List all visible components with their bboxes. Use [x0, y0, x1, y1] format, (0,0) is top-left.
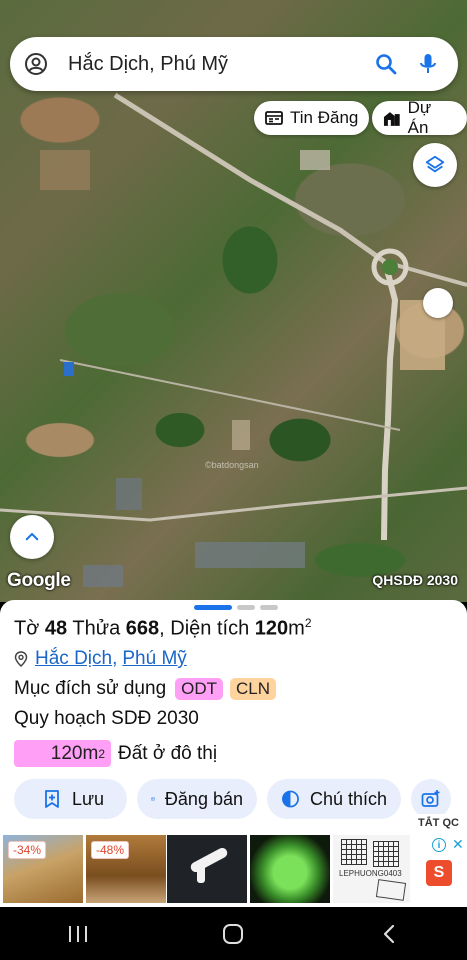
ad-product-plant[interactable] — [250, 835, 330, 903]
page-indicator-dot — [237, 605, 255, 610]
tin-dang-label: Tin Đăng — [290, 108, 359, 127]
parcel-title: Tờ 48 Thửa 668, Diện tích 120m2 — [14, 616, 312, 641]
location-link-ward[interactable]: Hắc Dịch — [35, 648, 112, 670]
add-bookmark-icon — [45, 790, 59, 808]
listing-icon — [151, 797, 155, 801]
post-for-sale-label: Đăng bán — [164, 788, 243, 809]
page-indicator-active — [194, 605, 232, 610]
tool-image — [188, 846, 230, 874]
location-row: Hắc Dịch, Phú Mỹ — [14, 648, 187, 670]
parcel-info-sheet: Tờ 48 Thửa 668, Diện tích 120m2 Hắc Dịch… — [0, 600, 467, 830]
sheet-number: 48 — [44, 617, 68, 640]
mic-icon[interactable] — [416, 52, 440, 76]
grid-image — [341, 839, 367, 865]
du-an-chip[interactable]: Dự Án — [372, 98, 467, 137]
post-for-sale-button[interactable]: Đăng bán — [137, 779, 257, 819]
land-use-purpose-row: Mục đích sử dụng ODT CLN — [14, 678, 277, 700]
planning-overlay-label: QHSDĐ 2030 — [372, 572, 458, 588]
map-watermark: ©batdongsan — [205, 460, 259, 470]
close-icon[interactable]: ✕ — [452, 836, 464, 853]
legend-button[interactable]: Chú thích — [267, 779, 401, 819]
ad-info-icon[interactable]: i — [432, 838, 446, 852]
lot-number: 668 — [125, 617, 160, 640]
ad-product-dog-toy[interactable]: -34% — [3, 835, 83, 903]
box-image — [375, 879, 407, 901]
close-ads-button[interactable]: TẮT QC — [410, 814, 467, 832]
planning-area-value: 120m — [50, 742, 99, 764]
ad-controls: TẮT QC i ✕ S — [410, 814, 467, 907]
grid-image — [373, 841, 399, 867]
legend-label: Chú thích — [309, 788, 387, 809]
land-use-badge-cln: CLN — [230, 678, 277, 700]
du-an-label: Dự Án — [407, 98, 432, 137]
add-photo-button[interactable] — [411, 779, 451, 819]
area-unit: m — [288, 617, 305, 640]
layers-button[interactable] — [413, 143, 457, 187]
area-label: , Diện tích — [159, 617, 250, 640]
save-button[interactable]: Lưu — [14, 779, 127, 819]
ad-product-tool[interactable] — [167, 835, 247, 903]
home-button[interactable] — [203, 914, 263, 954]
back-icon — [384, 924, 395, 943]
land-use-badge-odt: ODT — [175, 678, 224, 700]
search-icon[interactable] — [374, 52, 398, 76]
page-indicator[interactable] — [194, 605, 278, 610]
location-pin-icon — [14, 651, 28, 667]
area-value: 120 — [254, 617, 289, 640]
area-unit-exponent: 2 — [304, 616, 312, 630]
back-button[interactable] — [359, 914, 419, 954]
building-icon — [383, 112, 400, 126]
tool-image — [197, 865, 205, 883]
google-logo: Google — [7, 570, 71, 591]
ad-banner[interactable]: -34% -48% LEPHUONG0403 TẮT QC i ✕ S — [0, 814, 467, 907]
ad-product-grid[interactable]: LEPHUONG0403 — [333, 835, 413, 903]
save-label: Lưu — [72, 788, 105, 809]
planning-title: Quy hoạch SDĐ 2030 — [14, 708, 199, 729]
land-use-label: Mục đích sử dụng — [14, 678, 167, 699]
location-link-city[interactable]: Phú Mỹ — [122, 648, 186, 670]
sheet-label: Tờ — [14, 617, 40, 640]
page-indicator-dot — [260, 605, 278, 610]
tin-dang-chip[interactable]: Tin Đăng — [254, 101, 370, 135]
shopee-logo[interactable]: S — [426, 860, 452, 886]
shop-name: LEPHUONG0403 — [339, 869, 402, 878]
contrast-icon — [282, 790, 299, 808]
recent-apps-icon — [68, 925, 87, 942]
planning-area-description: Đất ở đô thị — [118, 742, 218, 764]
discount-badge: -34% — [8, 841, 47, 859]
planning-area-row: 120m 2 Đất ở đô thị — [14, 740, 217, 767]
chevron-up-icon — [25, 533, 39, 541]
location-separator: , — [112, 648, 118, 669]
account-circle-icon[interactable] — [24, 52, 48, 76]
expand-sheet-button[interactable] — [10, 515, 54, 559]
ad-product-bag[interactable]: -48% — [86, 835, 166, 903]
search-query[interactable]: Hắc Dịch, Phú Mỹ — [68, 53, 374, 76]
system-navigation-bar — [0, 907, 467, 960]
add-photo-icon — [421, 790, 440, 807]
recent-apps-button[interactable] — [48, 914, 108, 954]
planning-area-pill: 120m 2 — [14, 740, 111, 767]
discount-badge: -48% — [91, 841, 130, 859]
layers-icon — [425, 155, 445, 173]
listing-icon — [265, 111, 283, 125]
opacity-slider-handle[interactable] — [423, 288, 453, 318]
lot-label: Thửa — [72, 617, 121, 640]
action-buttons: Lưu Đăng bán Chú thích — [14, 779, 451, 819]
planning-area-exponent: 2 — [98, 746, 105, 761]
search-bar[interactable]: Hắc Dịch, Phú Mỹ — [10, 37, 458, 91]
home-icon — [223, 923, 244, 944]
